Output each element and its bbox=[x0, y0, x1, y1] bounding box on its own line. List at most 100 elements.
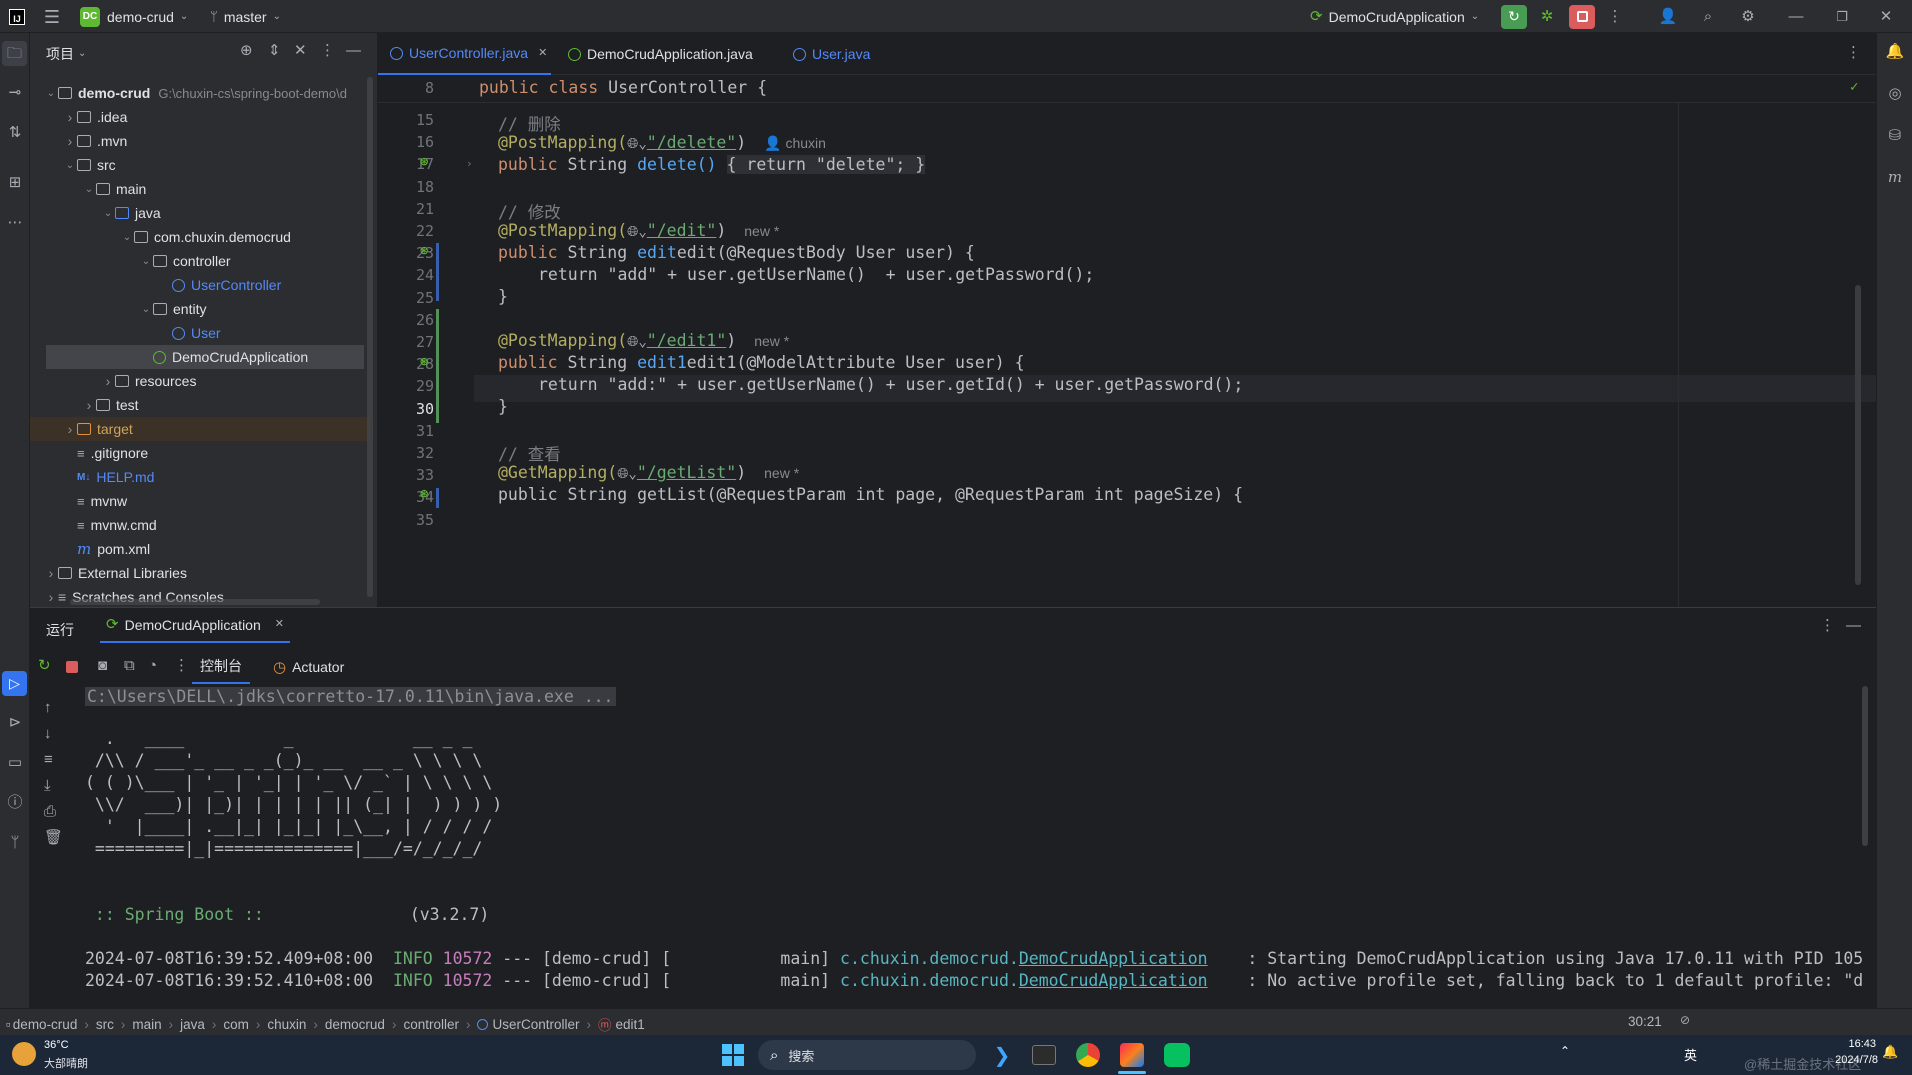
chevron-right-icon[interactable]: › bbox=[63, 421, 77, 437]
chevron-right-icon[interactable]: › bbox=[63, 133, 77, 149]
chevron-right-icon[interactable]: › bbox=[44, 589, 58, 605]
tree-item[interactable]: › resources bbox=[30, 369, 370, 393]
weather-icon[interactable] bbox=[12, 1042, 36, 1066]
chevron-down-icon[interactable]: ⌄ bbox=[120, 232, 134, 243]
code-editor[interactable]: 8 public class UserController { ✓ 15 16 17… bbox=[378, 75, 1876, 607]
endpoint-gutter-icon[interactable]: ⊛ bbox=[420, 155, 428, 169]
minimize-icon[interactable]: — bbox=[1784, 0, 1808, 33]
search-icon[interactable]: ⌕ bbox=[1696, 0, 1720, 33]
tree-item[interactable]: › .idea bbox=[30, 105, 370, 129]
globe-icon[interactable]: 🌐︎⌄ bbox=[627, 137, 647, 151]
locate-icon[interactable]: ⊕ bbox=[240, 43, 253, 58]
endpoint-gutter-icon[interactable]: ⊛ bbox=[420, 355, 428, 369]
run-tool-icon[interactable]: ▷ bbox=[2, 671, 27, 696]
tray-expand-icon[interactable]: ⌃ bbox=[1560, 1045, 1570, 1057]
tree-item[interactable]: ⌄ controller bbox=[30, 249, 370, 273]
ai-assistant-icon[interactable]: ◎ bbox=[1885, 83, 1905, 103]
caret-position[interactable]: 30:21 bbox=[1628, 1014, 1662, 1029]
debug-icon[interactable]: ✲ bbox=[1536, 0, 1558, 33]
endpoint-gutter-icon[interactable]: ⊛ bbox=[420, 487, 428, 501]
vscode-icon[interactable]: ❯ bbox=[990, 1043, 1014, 1067]
tab-console[interactable]: 控制台 bbox=[192, 650, 250, 684]
intellij-taskbar-icon[interactable] bbox=[1120, 1043, 1144, 1067]
close-window-icon[interactable]: ✕ bbox=[1874, 0, 1898, 33]
tree-item[interactable]: DemoCrudApplication bbox=[46, 345, 364, 369]
scroll-down-icon[interactable]: ↓ bbox=[44, 726, 52, 741]
intellij-logo-icon[interactable]: IJ bbox=[6, 0, 28, 33]
tree-item[interactable]: ⌄ java bbox=[30, 201, 370, 225]
tree-item[interactable]: ⌄ main bbox=[30, 177, 370, 201]
tree-item[interactable]: ⌄ com.chuxin.democrud bbox=[30, 225, 370, 249]
breadcrumb-item[interactable]: ▫ demo-crud bbox=[6, 1017, 77, 1032]
soft-wrap-icon[interactable]: ≡ bbox=[44, 752, 53, 767]
more-icon[interactable]: ⋮ bbox=[174, 658, 189, 673]
chevron-down-icon[interactable]: ⌄ bbox=[44, 88, 58, 99]
clear-all-icon[interactable]: 🗑 bbox=[44, 830, 63, 845]
tab-user[interactable]: User.java bbox=[793, 33, 870, 75]
readonly-toggle-icon[interactable]: ⊘ bbox=[1680, 1014, 1690, 1026]
close-tab-icon[interactable]: ✕ bbox=[538, 47, 547, 59]
tree-item[interactable]: User bbox=[30, 321, 370, 345]
settings-gear-icon[interactable]: ⚙ bbox=[1736, 0, 1760, 33]
commit-tool-icon[interactable]: ⊸ bbox=[6, 83, 24, 101]
tab-options-icon[interactable]: ⋮ bbox=[1846, 45, 1861, 60]
tree-item[interactable]: ≡ .gitignore bbox=[30, 441, 370, 465]
services-icon[interactable]: ⊳ bbox=[6, 713, 24, 731]
tree-item[interactable]: ≡ mvnw.cmd bbox=[30, 513, 370, 537]
wechat-icon[interactable] bbox=[1164, 1043, 1190, 1067]
tree-item[interactable]: ⌄ demo-crud G:\chuxin-cs\spring-boot-demo\… bbox=[30, 81, 370, 105]
collapse-all-icon[interactable]: ✕ bbox=[294, 43, 307, 58]
scroll-up-icon[interactable]: ↑ bbox=[44, 700, 52, 715]
thread-dump-icon[interactable]: ◔ bbox=[148, 658, 157, 673]
notification-icon[interactable]: 🔔 bbox=[1882, 1045, 1898, 1058]
options-icon[interactable]: ⋮ bbox=[320, 43, 335, 58]
hide-panel-icon[interactable]: — bbox=[1846, 618, 1861, 633]
breadcrumb-item[interactable]: main bbox=[132, 1017, 161, 1032]
camera-icon[interactable]: ◙ bbox=[98, 658, 107, 673]
project-switcher[interactable]: DC demo-crud ⌄ bbox=[80, 0, 188, 33]
terminal-icon[interactable]: ▭ bbox=[6, 753, 24, 771]
expand-all-icon[interactable]: ⇕ bbox=[268, 43, 281, 58]
clock-time[interactable]: 16:43 bbox=[1836, 1038, 1876, 1050]
endpoint-path[interactable]: "/edit" bbox=[647, 221, 717, 240]
chevron-right-icon[interactable]: › bbox=[44, 565, 58, 581]
breadcrumb-item[interactable]: UserController bbox=[477, 1017, 580, 1032]
editor-scrollbar[interactable] bbox=[1855, 285, 1861, 585]
vcs-branch-switcher[interactable]: ᛘ master ⌄ bbox=[210, 0, 281, 33]
chevron-down-icon[interactable]: ⌄ bbox=[63, 160, 77, 171]
chrome-icon[interactable] bbox=[1076, 1043, 1100, 1067]
chevron-right-icon[interactable]: › bbox=[82, 397, 96, 413]
tree-item[interactable]: ≡ mvnw bbox=[30, 489, 370, 513]
windows-start-icon[interactable] bbox=[722, 1044, 744, 1066]
breadcrumb-item[interactable]: ⓜ edit1 bbox=[598, 1014, 645, 1034]
run-options-icon[interactable]: ⋮ bbox=[1820, 618, 1835, 633]
globe-icon[interactable]: 🌐︎⌄ bbox=[617, 467, 637, 481]
project-view-selector[interactable]: 项目 ⌄ bbox=[46, 44, 86, 64]
restore-layout-icon[interactable]: ⧉ bbox=[124, 658, 135, 673]
breadcrumb-item[interactable]: controller bbox=[403, 1017, 459, 1032]
endpoint-path[interactable]: "/delete" bbox=[647, 133, 736, 152]
globe-icon[interactable]: 🌐︎⌄ bbox=[627, 335, 647, 349]
tree-item[interactable]: ⌄ entity bbox=[30, 297, 370, 321]
tray-language[interactable]: 英 bbox=[1684, 1045, 1697, 1064]
run-config-tab[interactable]: ⟳ DemoCrudApplication ✕ bbox=[100, 608, 290, 643]
tab-usercontroller[interactable]: UserController.java ✕ bbox=[378, 33, 551, 75]
problems-icon[interactable]: ⓘ bbox=[6, 793, 24, 811]
tree-item[interactable]: › test bbox=[30, 393, 370, 417]
stop-button[interactable] bbox=[1568, 0, 1596, 33]
endpoint-gutter-icon[interactable]: ⊛ bbox=[420, 244, 428, 258]
chevron-down-icon[interactable]: ⌄ bbox=[82, 184, 96, 195]
chevron-right-icon[interactable]: › bbox=[63, 109, 77, 125]
rerun-button[interactable]: ↻ bbox=[1500, 0, 1528, 33]
more-actions-icon[interactable]: ⋮ bbox=[1606, 0, 1624, 33]
tree-item[interactable]: › .mvn bbox=[30, 129, 370, 153]
notifications-bell-icon[interactable]: 🔔 bbox=[1885, 41, 1905, 61]
breadcrumb-item[interactable]: com bbox=[223, 1017, 249, 1032]
print-icon[interactable]: ⎙ bbox=[44, 804, 56, 819]
tree-scrollbar[interactable] bbox=[367, 77, 373, 597]
fold-chevron-icon[interactable]: › bbox=[466, 157, 473, 170]
tree-item[interactable]: m pom.xml bbox=[30, 537, 370, 561]
code-with-me-icon[interactable]: 👤 bbox=[1656, 0, 1680, 33]
breadcrumb-item[interactable]: src bbox=[96, 1017, 114, 1032]
database-icon[interactable]: ⛁ bbox=[1885, 125, 1905, 145]
